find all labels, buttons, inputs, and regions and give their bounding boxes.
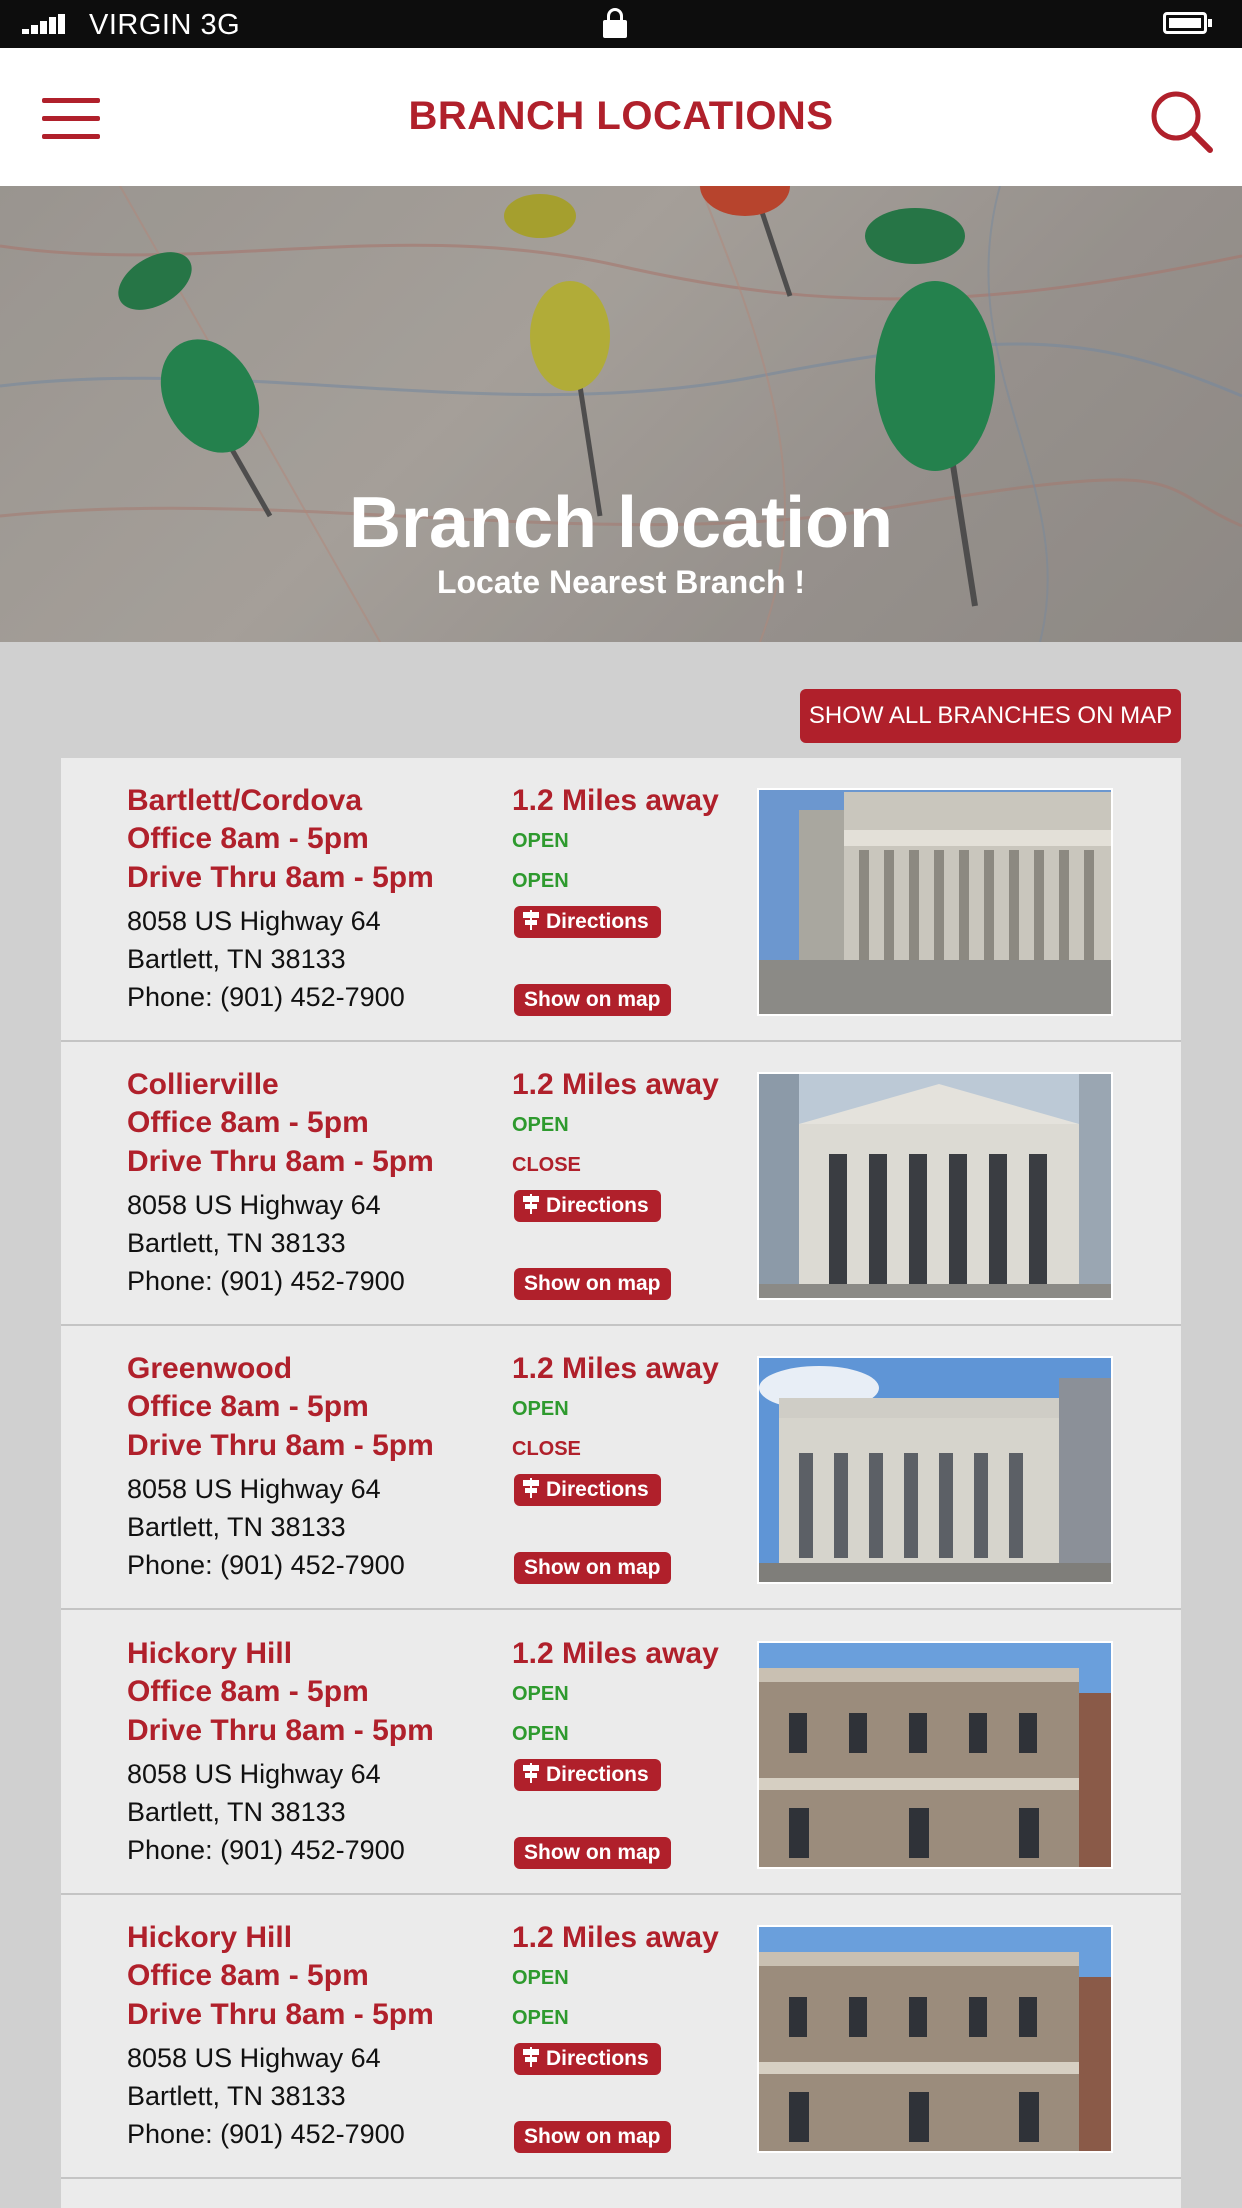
directions-sign-icon [523,910,539,931]
directions-label: Directions [546,910,649,933]
branch-name: Hickory Hill [127,1921,293,1954]
phone-number[interactable]: Phone: (901) 452-7900 [127,982,405,1013]
directions-label: Directions [546,1478,649,1501]
directions-sign-icon [523,1478,539,1499]
branch-card[interactable]: Greenwood Office 8am - 5pm Drive Thru 8a… [61,1326,1181,1610]
signal-icon [22,14,68,34]
directions-label: Directions [546,1194,649,1217]
show-on-map-button[interactable]: Show on map [514,2121,671,2153]
address-line-2: Bartlett, TN 38133 [127,1797,346,1827]
directions-button[interactable]: Directions [514,2043,661,2075]
branch-photo [757,1072,1113,1300]
phone-number[interactable]: Phone: (901) 452-7900 [127,1835,405,1866]
address-line-1: 8058 US Highway 64 [127,1759,381,1789]
branch-card[interactable]: Collierville Office 8am - 5pm Drive Thru… [61,1042,1181,1326]
show-on-map-button[interactable]: Show on map [514,984,671,1016]
drive-thru-status: OPEN [512,2007,569,2029]
page-title: BRANCH LOCATIONS [408,94,834,138]
directions-button[interactable]: Directions [514,906,661,938]
branch-photo [757,1641,1113,1869]
search-icon[interactable] [1150,90,1214,154]
distance-label: 1.2 Miles away [512,1068,719,1101]
office-hours: Office 8am - 5pm [127,822,369,855]
address-line-2: Bartlett, TN 38133 [127,1512,346,1542]
branch-photo [757,788,1113,1016]
phone-number[interactable]: Phone: (901) 452-7900 [127,1550,405,1581]
address-line-2: Bartlett, TN 38133 [127,944,346,974]
branch-name: Hickory Hill [127,1637,293,1670]
address-line-2: Bartlett, TN 38133 [127,2081,346,2111]
directions-sign-icon [523,1194,539,1215]
branch-card[interactable]: Hickory Hill Office 8am - 5pm Drive Thru… [61,1895,1181,2179]
office-status: OPEN [512,1967,569,1989]
drive-thru-hours: Drive Thru 8am - 5pm [127,1714,434,1747]
address-line-1: 8058 US Highway 64 [127,906,381,936]
directions-button[interactable]: Directions [514,1759,661,1791]
show-on-map-button[interactable]: Show on map [514,1552,671,1584]
branch-photo [757,1925,1113,2153]
distance-label: 1.2 Miles away [512,1637,719,1670]
navbar: BRANCH LOCATIONS [0,48,1242,186]
drive-thru-hours: Drive Thru 8am - 5pm [127,1145,434,1178]
hero-subtitle: Locate Nearest Branch ! [436,564,806,600]
show-all-branches-button[interactable]: SHOW ALL BRANCHES ON MAP [800,689,1181,743]
status-bar: VIRGIN 3G [0,0,1242,48]
office-status: OPEN [512,1683,569,1705]
address-line-1: 8058 US Highway 64 [127,1190,381,1220]
address-line-1: 8058 US Highway 64 [127,2043,381,2073]
distance-label: 1.2 Miles away [512,1921,719,1954]
show-on-map-button[interactable]: Show on map [514,1837,671,1869]
directions-button[interactable]: Directions [514,1190,661,1222]
drive-thru-status: OPEN [512,870,569,892]
branch-name: Collierville [127,1068,279,1101]
directions-button[interactable]: Directions [514,1474,661,1506]
distance-label: 1.2 Miles away [512,784,719,817]
branch-photo [757,1356,1113,1584]
hero-banner: Branch location Locate Nearest Branch ! [0,186,1242,642]
office-hours: Office 8am - 5pm [127,1106,369,1139]
branch-card[interactable]: Hickory Hill Office 8am - 5pm Drive Thru… [61,1611,1181,1895]
hero-title: Branch location [348,483,894,563]
office-hours: Office 8am - 5pm [127,1390,369,1423]
branch-card[interactable]: Bartlett/Cordova Office 8am - 5pm Drive … [61,758,1181,1042]
phone-number[interactable]: Phone: (901) 452-7900 [127,1266,405,1297]
address-line-1: 8058 US Highway 64 [127,1474,381,1504]
battery-icon [1163,12,1212,34]
office-status: OPEN [512,1114,569,1136]
office-hours: Office 8am - 5pm [127,1675,369,1708]
phone-number[interactable]: Phone: (901) 452-7900 [127,2119,405,2150]
drive-thru-hours: Drive Thru 8am - 5pm [127,1429,434,1462]
branch-name: Bartlett/Cordova [127,784,363,817]
branch-list: Bartlett/Cordova Office 8am - 5pm Drive … [61,758,1181,2208]
show-on-map-button[interactable]: Show on map [514,1268,671,1300]
directions-label: Directions [546,1763,649,1786]
office-status: OPEN [512,1398,569,1420]
drive-thru-hours: Drive Thru 8am - 5pm [127,861,434,894]
drive-thru-status: OPEN [512,1723,569,1745]
office-status: OPEN [512,830,569,852]
directions-sign-icon [523,2047,539,2068]
office-hours: Office 8am - 5pm [127,1959,369,1992]
address-line-2: Bartlett, TN 38133 [127,1228,346,1258]
branch-name: Greenwood [127,1352,293,1385]
drive-thru-status: CLOSE [512,1438,581,1460]
distance-label: 1.2 Miles away [512,1352,719,1385]
directions-label: Directions [546,2047,649,2070]
carrier-label: VIRGIN 3G [89,9,241,41]
drive-thru-status: CLOSE [512,1154,581,1176]
lock-icon [603,8,627,38]
drive-thru-hours: Drive Thru 8am - 5pm [127,1998,434,2031]
directions-sign-icon [523,1763,539,1784]
